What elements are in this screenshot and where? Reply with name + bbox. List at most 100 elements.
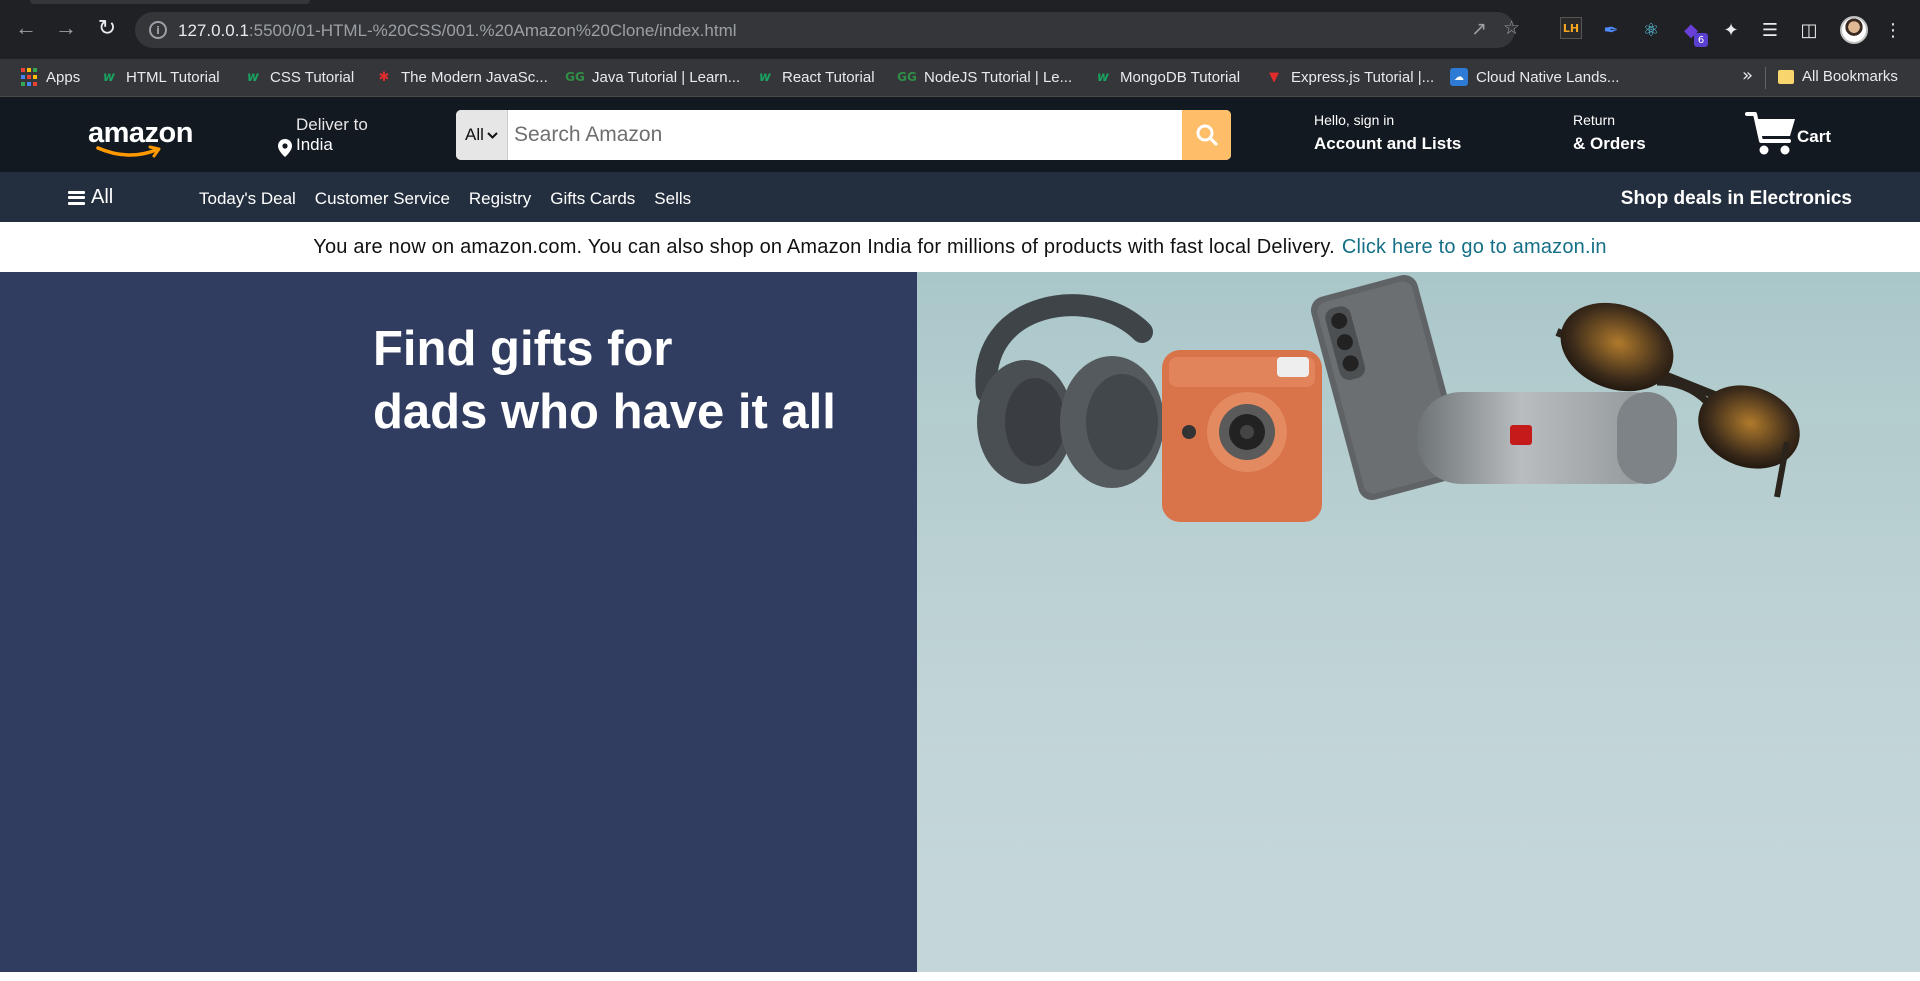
hero-text-panel: Find gifts for dads who have it all	[0, 272, 917, 972]
speaker-graphic	[1417, 392, 1677, 484]
bookmark-nodejs-tutorial[interactable]: GG NodeJS Tutorial | Le...	[897, 68, 1073, 86]
bookmark-modern-javascript[interactable]: ✱ The Modern JavaSc...	[375, 68, 548, 86]
bookmarks-overflow-chevron-icon[interactable]: »	[1742, 65, 1753, 86]
amazon-navbar: amazon Deliver to India All Hello, sign …	[0, 97, 1920, 172]
location-pin-icon	[278, 139, 292, 157]
bookmark-mongodb-tutorial[interactable]: w MongoDB Tutorial	[1094, 68, 1240, 86]
bookmark-express-tutorial[interactable]: ▼ Express.js Tutorial |...	[1265, 68, 1434, 86]
reload-icon[interactable]: ↻	[93, 14, 121, 42]
amazon-india-link[interactable]: Click here to go to amazon.in	[1342, 236, 1607, 259]
react-devtools-icon[interactable]: ⚛	[1638, 17, 1664, 43]
address-bar[interactable]: i 127.0.0.1:5500/01-HTML-%20CSS/001.%20A…	[135, 12, 1520, 48]
share-icon[interactable]: ↗	[1471, 20, 1487, 39]
hero-title-line1: Find gifts for	[373, 322, 673, 376]
cncf-icon: ☁	[1450, 68, 1468, 86]
bookmark-label: HTML Tutorial	[126, 68, 220, 86]
w3schools-icon: w	[246, 69, 259, 85]
account-greeting: Hello, sign in	[1314, 112, 1395, 128]
gift-products-illustration	[917, 275, 1920, 972]
bookmark-label: React Tutorial	[782, 68, 875, 86]
chevron-down-icon	[487, 131, 498, 139]
bookmark-label: Cloud Native Lands...	[1476, 68, 1620, 86]
search-input[interactable]	[510, 110, 1175, 160]
bookmark-label: Java Tutorial | Learn...	[592, 68, 741, 86]
w3schools-icon: w	[1096, 69, 1109, 85]
site-info-icon[interactable]: i	[149, 21, 167, 39]
bookmark-label: Apps	[46, 68, 81, 86]
bookmark-css-tutorial[interactable]: w CSS Tutorial	[244, 68, 354, 86]
extension-with-badge-icon[interactable]: ◆ 6	[1678, 17, 1708, 47]
subnav-link-customer-service[interactable]: Customer Service	[315, 189, 450, 209]
account-label: Account and Lists	[1314, 134, 1462, 153]
hamburger-icon	[68, 190, 85, 205]
all-menu-button[interactable]: All	[68, 186, 113, 209]
amazon-india-notice: You are now on amazon.com. You can also …	[0, 222, 1920, 272]
back-arrow-icon[interactable]: ←	[12, 14, 40, 42]
extensions-puzzle-icon[interactable]: ✦	[1718, 17, 1744, 43]
amazon-logo[interactable]: amazon	[88, 117, 193, 158]
subnav-link-gift-cards[interactable]: Gifts Cards	[550, 189, 635, 209]
deliver-location: India	[296, 135, 333, 154]
cart-label: Cart	[1797, 127, 1832, 146]
orders-label: & Orders	[1573, 134, 1646, 153]
side-panel-icon[interactable]: ◫	[1796, 17, 1822, 43]
lighthouse-extension-icon[interactable]: LH	[1560, 17, 1582, 39]
forward-arrow-icon[interactable]: →	[52, 14, 80, 42]
logo-smile-arrow-icon	[96, 145, 161, 158]
returns-and-orders[interactable]: Return & Orders	[1573, 112, 1646, 154]
color-picker-extension-icon[interactable]: ✒	[1598, 17, 1624, 43]
address-url[interactable]: 127.0.0.1:5500/01-HTML-%20CSS/001.%20Ama…	[178, 21, 737, 41]
hero-title-line2: dads who have it all	[373, 385, 836, 439]
bookmark-react-tutorial[interactable]: w React Tutorial	[756, 68, 875, 86]
profile-avatar[interactable]	[1840, 16, 1868, 44]
bookmark-label: NodeJS Tutorial | Le...	[924, 68, 1073, 86]
bookmark-label: Express.js Tutorial |...	[1291, 68, 1435, 86]
bookmark-java-tutorial[interactable]: GG Java Tutorial | Learn...	[565, 68, 741, 86]
bookmark-label: MongoDB Tutorial	[1120, 68, 1241, 86]
bookmark-html-tutorial[interactable]: w HTML Tutorial	[100, 68, 220, 86]
hero-title: Find gifts for dads who have it all	[373, 318, 836, 444]
deliver-to[interactable]: Deliver to India	[278, 115, 368, 157]
menu-kebab-icon[interactable]: ⋮	[1880, 17, 1906, 43]
w3schools-icon: w	[102, 69, 115, 85]
media-queue-icon[interactable]: ☰	[1757, 17, 1783, 43]
tutorialspoint-icon: ▼	[1269, 69, 1279, 85]
cart[interactable]: Cart	[1745, 109, 1831, 157]
w3schools-icon: w	[758, 69, 771, 85]
folder-icon	[1778, 69, 1794, 84]
cart-icon	[1745, 112, 1795, 155]
bookmarks-bar: Apps w HTML Tutorial w CSS Tutorial ✱ Th…	[0, 59, 1920, 97]
subnav-link-registry[interactable]: Registry	[469, 189, 531, 209]
search-category-value: All	[465, 125, 484, 144]
all-menu-label: All	[91, 186, 114, 208]
search-bar: All	[456, 110, 1231, 160]
shop-deals-electronics-link[interactable]: Shop deals in Electronics	[1621, 188, 1852, 210]
amazon-subnav: All Today's Deal Customer Service Regist…	[0, 172, 1920, 222]
tab-strip	[0, 0, 1920, 4]
bookmark-cloud-native[interactable]: ☁ Cloud Native Lands...	[1450, 68, 1619, 86]
search-icon	[1196, 124, 1218, 146]
search-category-select[interactable]: All	[456, 110, 508, 160]
bookmark-apps[interactable]: Apps	[20, 68, 80, 86]
search-button[interactable]	[1182, 110, 1231, 160]
hero-product-image	[917, 272, 1920, 972]
apps-grid-icon	[20, 68, 38, 86]
account-and-lists[interactable]: Hello, sign in Account and Lists	[1314, 112, 1461, 154]
extension-badge: 6	[1694, 33, 1708, 47]
hero-banner[interactable]: Find gifts for dads who have it all	[0, 272, 1920, 972]
geeksforgeeks-icon: GG	[897, 70, 917, 84]
notice-text: You are now on amazon.com. You can also …	[313, 235, 1335, 258]
all-bookmarks-label: All Bookmarks	[1802, 68, 1898, 85]
javascript-info-icon: ✱	[378, 69, 390, 85]
subnav-link-todays-deal[interactable]: Today's Deal	[199, 189, 296, 209]
bookmark-star-icon[interactable]: ☆	[1503, 19, 1520, 38]
deliver-to-label: Deliver to	[296, 115, 368, 134]
bookmark-label: CSS Tutorial	[270, 68, 355, 86]
url-host: 127.0.0.1	[178, 21, 249, 40]
bookmarks-divider	[1765, 67, 1766, 89]
instant-camera-graphic	[1162, 350, 1322, 522]
subnav-link-sells[interactable]: Sells	[654, 189, 691, 209]
geeksforgeeks-icon: GG	[565, 70, 585, 84]
all-bookmarks-folder[interactable]: All Bookmarks	[1778, 68, 1898, 85]
active-tab[interactable]	[30, 0, 310, 4]
